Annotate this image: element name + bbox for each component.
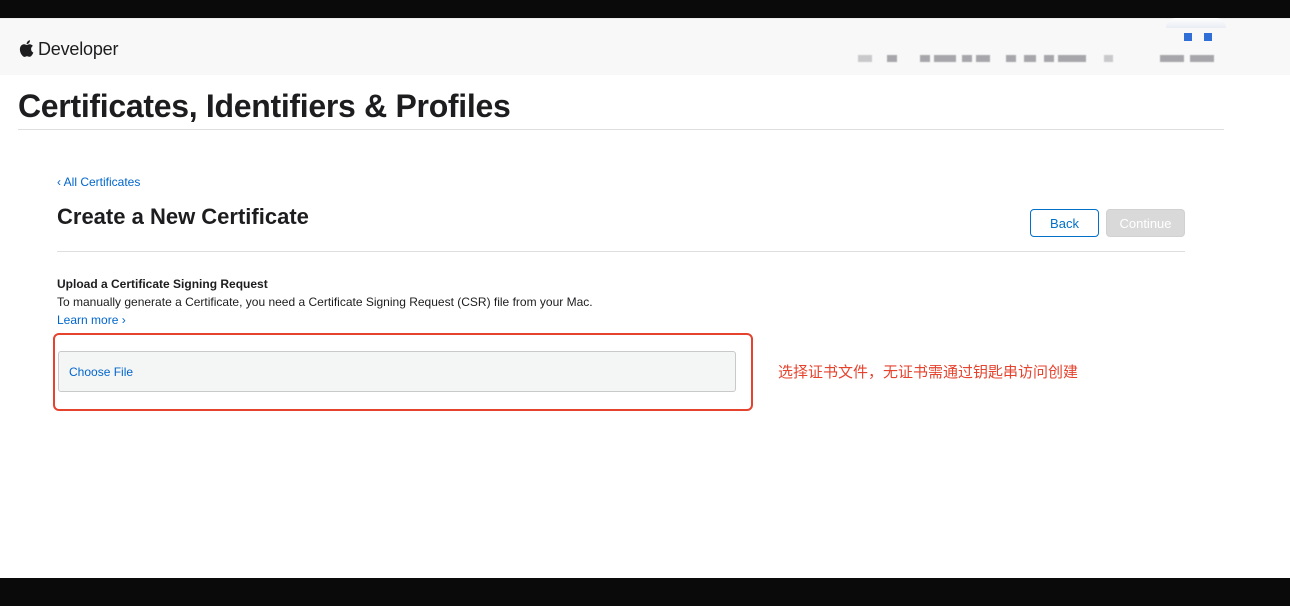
choose-file-input[interactable]: Choose File [58, 351, 736, 392]
brand-label: Developer [38, 39, 119, 59]
all-certificates-link[interactable]: ‹ All Certificates [57, 175, 140, 189]
global-nav: Developer [0, 18, 1290, 75]
choose-file-label: Choose File [69, 364, 134, 379]
upload-heading: Upload a Certificate Signing Request [57, 277, 268, 291]
account-avatar[interactable] [1166, 18, 1226, 41]
title-divider [18, 129, 1224, 130]
section-divider [57, 251, 1185, 252]
continue-button[interactable]: Continue [1106, 209, 1185, 237]
page-title: Certificates, Identifiers & Profiles [18, 88, 511, 124]
annotation-text: 选择证书文件，无证书需通过钥匙串访问创建 [778, 363, 1079, 381]
learn-more-link[interactable]: Learn more › [57, 313, 126, 327]
developer-brand[interactable]: Developer [18, 39, 118, 60]
back-button[interactable]: Back [1030, 209, 1099, 237]
screen-top-bar [0, 0, 1290, 18]
section-title: Create a New Certificate [57, 204, 309, 229]
screen-bottom-bar [0, 578, 1290, 606]
upload-description: To manually generate a Certificate, you … [57, 295, 593, 309]
apple-logo-icon [19, 39, 34, 57]
